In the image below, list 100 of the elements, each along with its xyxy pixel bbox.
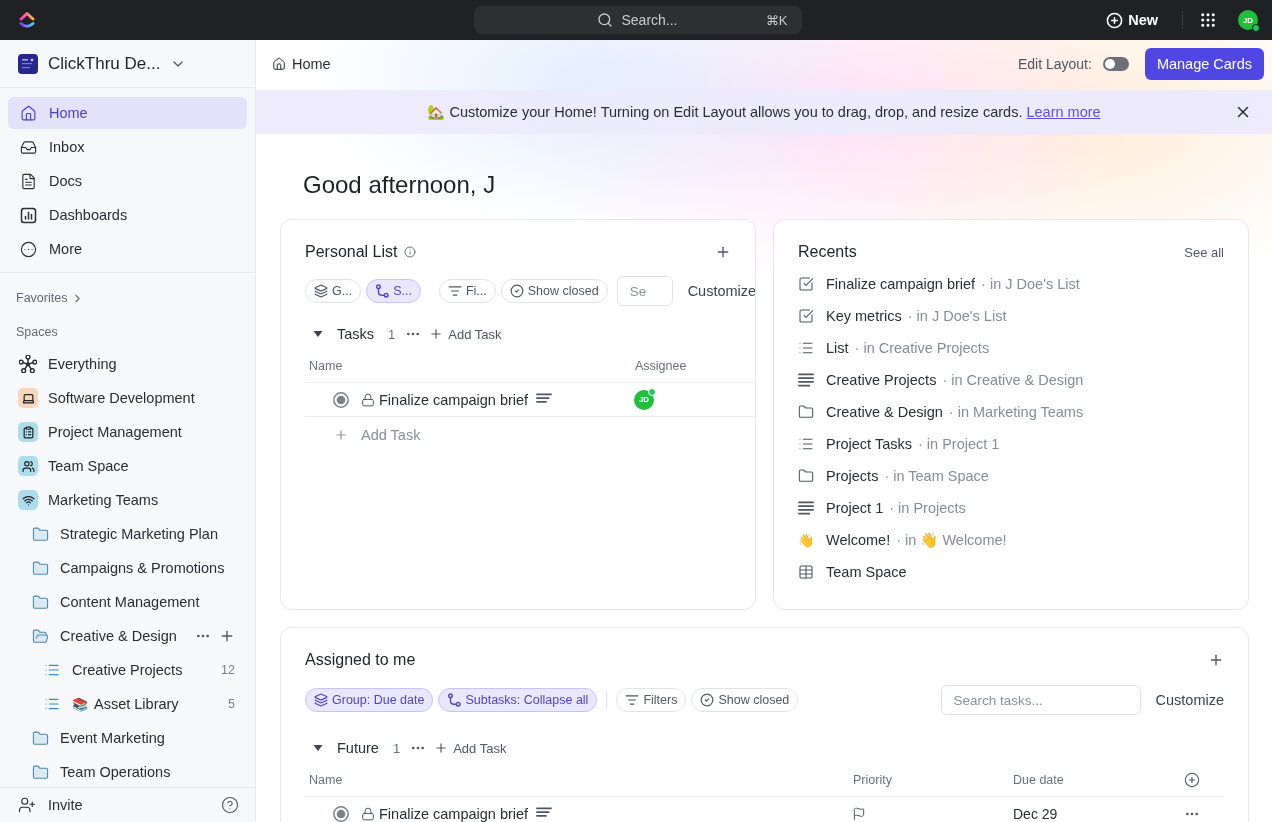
new-button[interactable]: New xyxy=(1106,11,1158,29)
recent-item-location: · in Projects xyxy=(889,500,966,516)
space-name[interactable]: Project Management xyxy=(48,424,182,440)
space-name[interactable]: Marketing Teams xyxy=(48,492,159,508)
subtasks-icon xyxy=(447,693,462,707)
see-all-link[interactable]: See all xyxy=(1184,244,1224,260)
nav-item[interactable]: Docs xyxy=(8,165,247,197)
flag-icon[interactable] xyxy=(852,806,866,821)
item-count: 12 xyxy=(221,663,235,677)
list-name[interactable]: Asset Library xyxy=(94,696,179,712)
recent-item-location: · in J Doe's List xyxy=(907,308,1007,324)
apps-grid-icon[interactable] xyxy=(1199,11,1217,29)
status-circle-icon[interactable] xyxy=(333,391,349,408)
folder-name[interactable]: Team Operations xyxy=(60,764,171,780)
column-header: Name xyxy=(308,773,344,787)
invite-button[interactable]: Invite xyxy=(18,796,83,814)
group-button[interactable]: G... xyxy=(305,279,362,303)
home-icon xyxy=(20,104,37,122)
plus-icon[interactable] xyxy=(715,244,731,260)
nav-item[interactable]: Inbox xyxy=(8,131,247,163)
manage-cards-button[interactable]: Manage Cards xyxy=(1144,48,1264,80)
space-name[interactable]: Team Space xyxy=(48,458,129,474)
task-name[interactable]: Finalize campaign brief xyxy=(379,805,529,822)
filters-button[interactable]: Fi... xyxy=(438,279,496,303)
banner-message: 🏡 Customize your Home! Turning on Edit Layout allows you to drag, drop, and resize cards. Learn more xyxy=(427,103,1101,121)
show-closed-button[interactable]: Show closed xyxy=(691,688,799,712)
item-count: 5 xyxy=(228,697,235,711)
plus-circle-icon[interactable] xyxy=(1184,772,1200,788)
info-icon xyxy=(403,246,416,258)
status-circle-icon[interactable] xyxy=(333,805,349,822)
recent-item-title[interactable]: List xyxy=(826,340,849,356)
add-task-button[interactable]: Add Task xyxy=(434,740,507,756)
recent-item-title[interactable]: Finalize campaign brief xyxy=(826,276,976,292)
nav-item[interactable]: Home xyxy=(8,97,247,129)
layers-icon xyxy=(314,284,328,298)
home-icon xyxy=(272,57,286,71)
search-field[interactable]: Search... ⌘K xyxy=(473,6,802,34)
edit-layout-toggle[interactable] xyxy=(1102,57,1129,71)
folder-name[interactable]: Event Marketing xyxy=(60,730,165,746)
square-check-icon xyxy=(798,276,814,292)
task-count: 1 xyxy=(392,740,401,756)
recent-item-title[interactable]: Projects xyxy=(826,468,879,484)
plus-icon[interactable] xyxy=(219,628,235,644)
document-icon xyxy=(20,172,37,190)
group-button[interactable]: Group: Due date xyxy=(305,688,434,712)
customize-button[interactable]: Customize xyxy=(687,283,755,299)
filters-button[interactable]: Filters xyxy=(616,688,687,712)
subtasks-button[interactable]: Subtasks: Collapse all xyxy=(438,688,598,712)
recent-item-title[interactable]: Welcome! xyxy=(826,532,891,548)
folder-name[interactable]: Strategic Marketing Plan xyxy=(60,526,218,542)
workspace-logo xyxy=(18,53,38,74)
list-icon xyxy=(798,340,814,356)
more-icon xyxy=(20,240,37,258)
recent-item-title[interactable]: Team Space xyxy=(826,564,907,580)
list-name[interactable]: Creative Projects xyxy=(72,662,183,678)
search-field[interactable]: Search tasks... xyxy=(940,685,1141,715)
folder-name[interactable]: Content Management xyxy=(60,594,200,610)
show-closed-button[interactable]: Show closed xyxy=(500,279,608,303)
folder-icon xyxy=(798,404,814,420)
folder-name[interactable]: Creative & Design xyxy=(60,628,177,644)
plus-icon xyxy=(429,327,444,341)
everything-label[interactable]: Everything xyxy=(48,356,117,372)
breadcrumb-link[interactable]: Home xyxy=(272,56,331,72)
layers-icon xyxy=(314,693,328,707)
recent-item-location: · in 👋 Welcome! xyxy=(896,531,1007,549)
caret-down-icon[interactable] xyxy=(313,743,323,753)
subtasks-button[interactable]: S... xyxy=(366,279,421,303)
group-name: Tasks xyxy=(337,326,375,342)
folder-name[interactable]: Campaigns & Promotions xyxy=(60,560,225,576)
help-icon[interactable] xyxy=(221,796,239,814)
greeting-heading: Good afternoon, J xyxy=(303,170,497,200)
recent-item-title[interactable]: Project 1 xyxy=(826,500,884,516)
list-icon xyxy=(798,436,814,452)
recent-item-location: · in Creative Projects xyxy=(854,340,990,356)
search-field[interactable]: Se xyxy=(616,276,673,306)
favorites-toggle[interactable]: Favorites xyxy=(16,288,85,308)
workspace-switcher[interactable]: ClickThru De... xyxy=(0,40,255,88)
app-logo[interactable] xyxy=(17,10,37,30)
list-icon xyxy=(44,696,60,712)
recent-item-title[interactable]: Creative & Design xyxy=(826,404,943,420)
list-icon xyxy=(44,662,60,678)
recent-item-title[interactable]: Creative Projects xyxy=(826,372,937,388)
caret-down-icon[interactable] xyxy=(313,329,323,339)
learn-more-link[interactable]: Learn more xyxy=(1026,103,1101,120)
lock-icon xyxy=(361,392,375,407)
customize-button[interactable]: Customize xyxy=(1155,692,1224,708)
nav-item[interactable]: Dashboards xyxy=(8,199,247,231)
add-task-button[interactable]: Add Task xyxy=(429,326,502,342)
check-circle-icon xyxy=(509,284,524,298)
network-icon xyxy=(19,355,37,373)
filter-icon xyxy=(447,284,462,298)
nav-item[interactable]: More xyxy=(8,233,247,265)
recent-item-title[interactable]: Key metrics xyxy=(826,308,902,324)
inbox-icon xyxy=(20,138,37,156)
due-date: Dec 29 xyxy=(1013,805,1058,822)
recent-item-location: · in Marketing Teams xyxy=(948,404,1084,420)
task-name[interactable]: Finalize campaign brief xyxy=(379,391,529,408)
plus-icon[interactable] xyxy=(1208,652,1224,668)
recent-item-title[interactable]: Project Tasks xyxy=(826,436,912,452)
space-name[interactable]: Software Development xyxy=(48,390,195,406)
